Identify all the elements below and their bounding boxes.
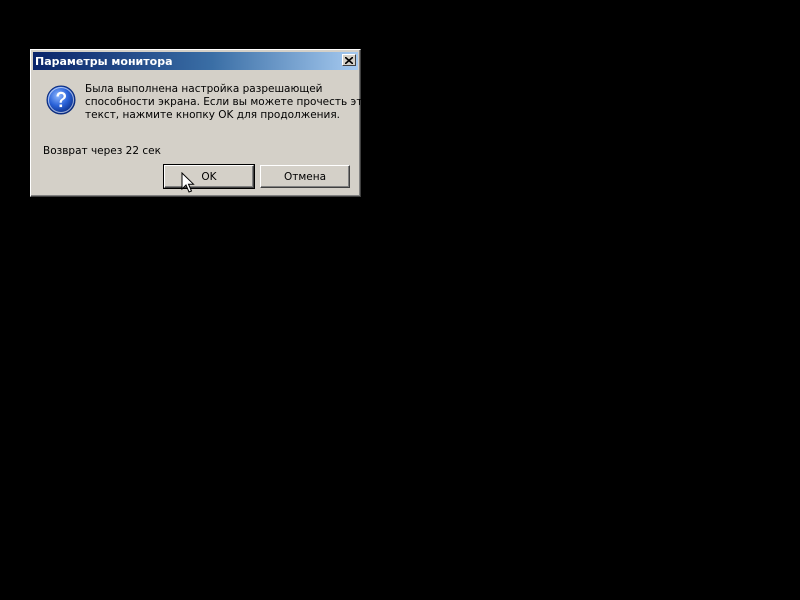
dialog-message: Была выполнена настройка разрешающей спо… (85, 83, 375, 122)
dialog-titlebar[interactable]: Параметры монитора (33, 52, 358, 70)
ok-button[interactable]: OK (163, 164, 255, 189)
countdown-text: Возврат через 22 сек (43, 145, 161, 157)
message-line: текст, нажмите кнопку OK для продолжения… (85, 109, 341, 121)
close-icon (345, 56, 353, 64)
dialog-title: Параметры монитора (35, 54, 173, 68)
message-line: способности экрана. Если вы можете проче… (85, 96, 375, 108)
message-line: Была выполнена настройка разрешающей (85, 83, 323, 95)
monitor-settings-dialog: Параметры монитора Была выполнена настро… (30, 49, 375, 197)
close-button[interactable] (342, 54, 356, 66)
cancel-button[interactable]: Отмена (260, 165, 350, 188)
question-icon (46, 85, 76, 115)
